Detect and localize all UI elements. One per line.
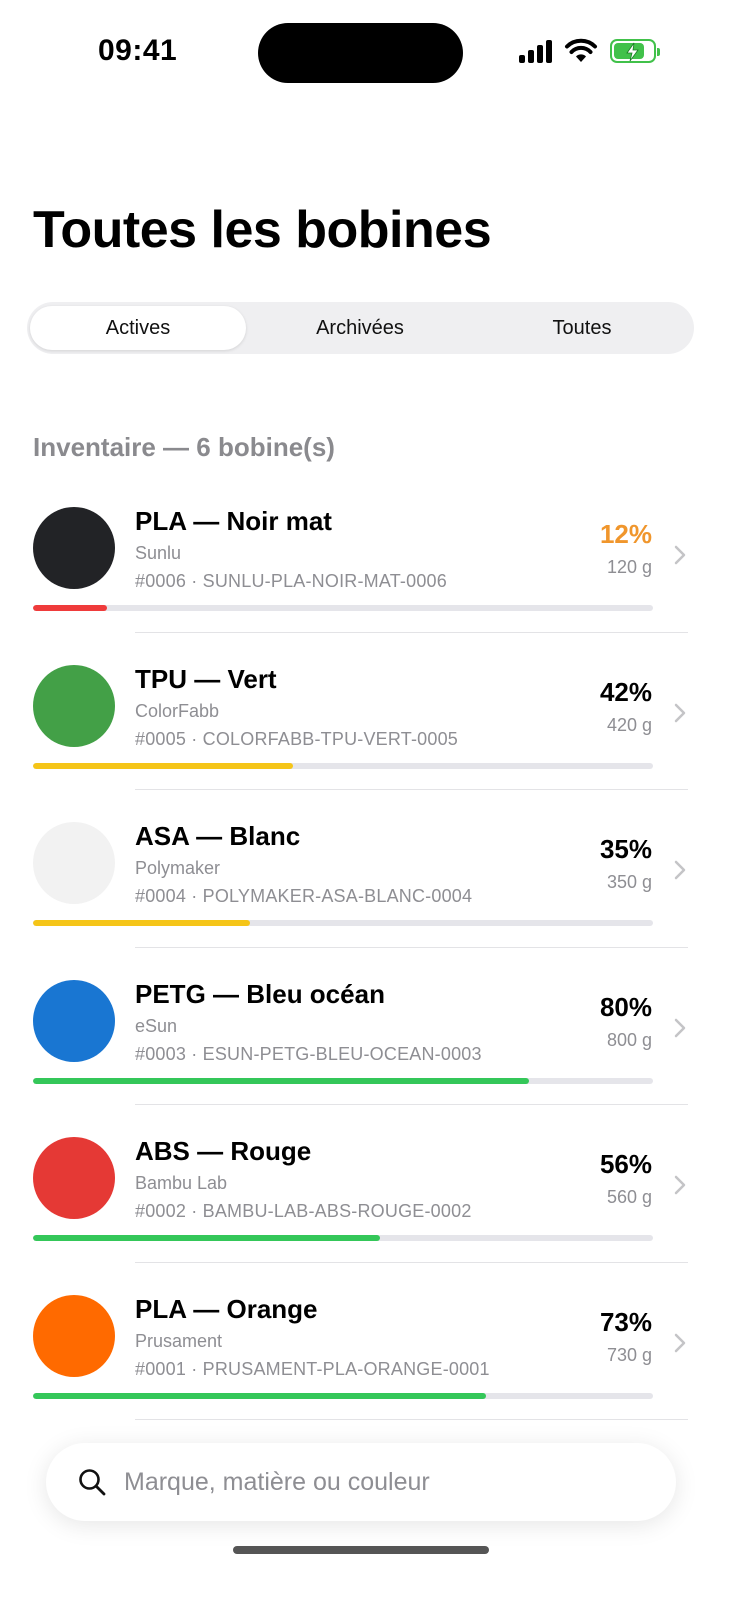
chevron-right-icon	[674, 860, 686, 880]
status-icons	[519, 38, 660, 64]
level-bar-fill	[33, 1235, 381, 1241]
color-swatch	[33, 1294, 115, 1377]
spool-brand: Prusament	[135, 1330, 223, 1351]
status-time: 09:41	[98, 34, 178, 67]
spool-percent: 42%	[599, 676, 652, 707]
spool-row[interactable]: ABS — Rouge Bambu Lab #0002 · BAMBU-LAB-…	[0, 1105, 736, 1263]
magnifier-icon	[79, 1469, 106, 1496]
search-bar[interactable]	[46, 1443, 676, 1521]
spool-row[interactable]: PLA — Orange Prusament #0001 · PRUSAMENT…	[0, 1263, 736, 1420]
color-swatch	[33, 1137, 115, 1219]
search-input[interactable]	[122, 1466, 626, 1498]
spool-brand: eSun	[135, 1015, 178, 1036]
spool-title: TPU — Vert	[135, 663, 277, 694]
level-bar-fill	[33, 1077, 529, 1084]
spool-code: #0003 · ESUN-PETG-BLEU-OCEAN-0003	[135, 1043, 482, 1064]
color-swatch	[33, 979, 115, 1062]
spool-code: #0001 · PRUSAMENT-PLA-ORANGE-0001	[135, 1358, 490, 1379]
color-swatch	[33, 822, 115, 904]
spool-title: ABS — Rouge	[135, 1136, 312, 1166]
level-bar-fill	[33, 605, 108, 611]
spool-list: PLA — Noir mat Sunlu #0006 · SUNLU-PLA-N…	[0, 475, 736, 1420]
filter-segmented-control: Actives Archivées Toutes	[27, 302, 694, 354]
level-bar-fill	[33, 762, 294, 769]
spool-title: PETG — Bleu océan	[135, 978, 385, 1009]
spool-code: #0006 · SUNLU-PLA-NOIR-MAT-0006	[135, 571, 447, 591]
chevron-right-icon	[674, 545, 686, 565]
chevron-right-icon	[674, 1018, 686, 1037]
home-indicator	[233, 1546, 489, 1554]
color-swatch	[33, 507, 115, 589]
level-bar-track	[33, 920, 653, 926]
wifi-icon	[565, 38, 597, 62]
color-swatch	[33, 664, 115, 747]
chevron-right-icon	[674, 703, 686, 722]
page-title: Toutes les bobines	[33, 201, 492, 259]
spool-title: ASA — Blanc	[135, 821, 301, 851]
spool-percent: 73%	[599, 1306, 652, 1337]
inventory-section-header: Inventaire — 6 bobine(s)	[33, 432, 335, 462]
spool-brand: Polymaker	[135, 858, 221, 878]
spool-weight: 420 g	[606, 714, 652, 735]
level-bar-fill	[33, 920, 250, 926]
spool-code: #0005 · COLORFABB-TPU-VERT-0005	[135, 728, 458, 749]
spool-percent: 12%	[599, 519, 652, 549]
segment-toutes[interactable]: Toutes	[474, 306, 690, 350]
status-bar: 09:41	[0, 0, 736, 110]
spool-percent: 56%	[599, 1149, 652, 1179]
spool-weight: 800 g	[606, 1029, 652, 1050]
dynamic-island	[258, 23, 463, 83]
spool-row[interactable]: TPU — Vert ColorFabb #0005 · COLORFABB-T…	[0, 633, 736, 790]
level-bar-track	[33, 1235, 653, 1241]
spool-brand: ColorFabb	[135, 700, 220, 721]
spool-percent: 80%	[599, 991, 652, 1022]
level-bar-track	[33, 1392, 653, 1399]
spool-percent: 35%	[599, 834, 652, 864]
spool-code: #0002 · BAMBU-LAB-ABS-ROUGE-0002	[135, 1201, 472, 1221]
cellular-signal-icon	[519, 39, 552, 63]
level-bar-track	[33, 1077, 653, 1084]
spool-title: PLA — Orange	[135, 1293, 318, 1324]
chevron-right-icon	[674, 1175, 686, 1195]
spool-weight: 350 g	[606, 872, 652, 892]
spool-row[interactable]: ASA — Blanc Polymaker #0004 · POLYMAKER-…	[0, 790, 736, 948]
segment-actives[interactable]: Actives	[30, 306, 246, 350]
row-divider	[135, 1419, 688, 1420]
level-bar-fill	[33, 1392, 486, 1399]
spool-brand: Bambu Lab	[135, 1173, 228, 1193]
level-bar-track	[33, 762, 653, 769]
spool-title: PLA — Noir mat	[135, 506, 332, 536]
spool-row[interactable]: PLA — Noir mat Sunlu #0006 · SUNLU-PLA-N…	[0, 475, 736, 633]
spool-weight: 120 g	[606, 557, 652, 577]
spool-weight: 560 g	[606, 1187, 652, 1207]
chevron-right-icon	[674, 1333, 686, 1352]
spool-weight: 730 g	[606, 1344, 652, 1365]
spool-brand: Sunlu	[135, 543, 182, 563]
spool-code: #0004 · POLYMAKER-ASA-BLANC-0004	[135, 886, 473, 906]
segment-archivees[interactable]: Archivées	[252, 306, 468, 350]
spool-row[interactable]: PETG — Bleu océan eSun #0003 · ESUN-PETG…	[0, 948, 736, 1105]
battery-charging-icon	[610, 39, 660, 63]
level-bar-track	[33, 605, 653, 611]
